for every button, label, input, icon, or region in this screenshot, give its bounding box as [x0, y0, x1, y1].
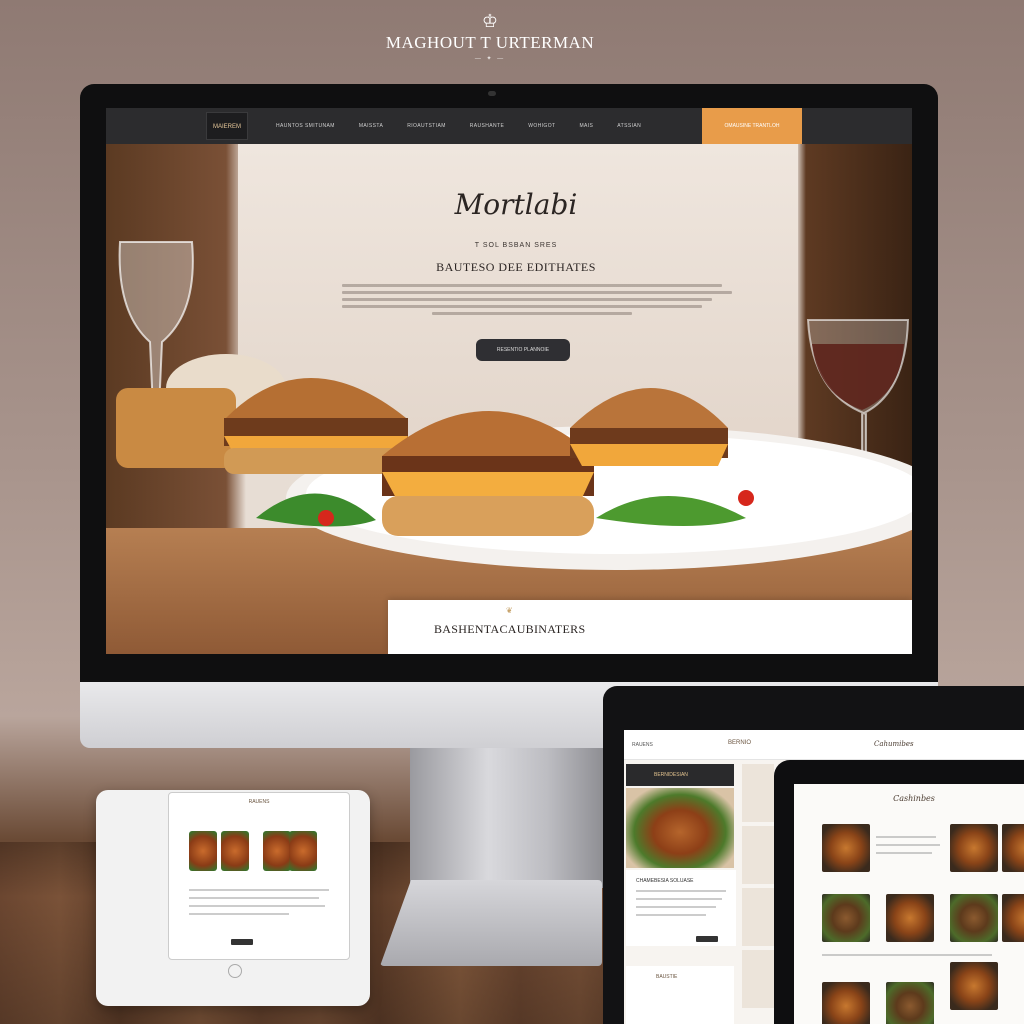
- brand-subtitle-decoration: — ✦ —: [474, 56, 506, 62]
- nav-links: HAUNTOS SMITUNAM MAISSTA RIOAUTSTIAM RAU…: [276, 123, 641, 129]
- food-thumbnail[interactable]: [950, 894, 998, 942]
- nav-link[interactable]: ATSSIAN: [617, 123, 641, 129]
- food-thumbnail[interactable]: [822, 824, 870, 872]
- imac-stand-neck: [410, 748, 606, 888]
- food-thumbnail[interactable]: [886, 982, 934, 1024]
- device-mid-dark-label: BERNIDESIAN: [654, 772, 688, 778]
- hero-cta-button[interactable]: RESENTIO PLANNOIE: [476, 339, 570, 361]
- text-line: [636, 898, 722, 900]
- home-button-icon[interactable]: [228, 964, 242, 978]
- hero-script-title: Mortlabi: [454, 188, 578, 221]
- camera-icon: [488, 91, 496, 96]
- text-line: [636, 914, 706, 916]
- imac-stand-foot: [380, 880, 602, 966]
- ornament-icon: ❦: [506, 606, 513, 615]
- text-line: [189, 913, 289, 915]
- food-thumbnail[interactable]: [950, 962, 998, 1010]
- text-line: [189, 905, 325, 907]
- nav-link[interactable]: HAUNTOS SMITUNAM: [276, 123, 335, 129]
- food-thumbnail[interactable]: [886, 894, 934, 942]
- text-line: [636, 890, 726, 892]
- section-band: ❦ BASHENTACAUBINATERS: [388, 600, 912, 654]
- brand-title: MAGHOUT T URTERMAN: [385, 33, 595, 52]
- device-mid-top-right: Cahumibes: [874, 740, 914, 748]
- device-mid-topbar: RAUENS BERNIO Cahumibes: [624, 730, 1024, 760]
- nav-cta-button[interactable]: OMAUSINE TRANTLOH: [702, 108, 802, 144]
- side-thumbnail[interactable]: [742, 950, 774, 1008]
- device-mid-top-center: BERNIO: [728, 740, 752, 746]
- crown-icon: ♔: [481, 11, 499, 31]
- card-title: CHAMEBESIA SOLUASE: [636, 878, 694, 884]
- text-line: [876, 852, 932, 854]
- food-thumbnail[interactable]: [1002, 894, 1024, 942]
- apple-logo-icon: [481, 692, 521, 736]
- food-thumbnail[interactable]: [822, 894, 870, 942]
- text-line: [189, 889, 329, 891]
- hero-body-text: [342, 280, 732, 319]
- bottom-card-label: BAUSTIE: [656, 974, 678, 980]
- nav-link[interactable]: WOHIGOT: [528, 123, 555, 129]
- hero-eyebrow: T SOL BSBAN SRES: [474, 242, 558, 249]
- text-line: [822, 954, 992, 956]
- text-line: [189, 897, 319, 899]
- site-logo[interactable]: MAIEREM: [206, 112, 248, 140]
- food-thumbnail[interactable]: [189, 831, 217, 871]
- food-thumbnail[interactable]: [1002, 824, 1024, 872]
- food-thumbnail[interactable]: [289, 831, 317, 871]
- device-mid-dark-bar: BERNIDESIAN: [626, 764, 734, 786]
- top-nav: MAIEREM HAUNTOS SMITUNAM MAISSTA RIOAUTS…: [106, 108, 912, 144]
- food-photo: [626, 788, 734, 868]
- content-card: CHAMEBESIA SOLUASE: [626, 870, 736, 946]
- card-button[interactable]: [696, 936, 718, 942]
- top-brand: ♔ MAGHOUT T URTERMAN — ✦ —: [360, 12, 620, 62]
- device-front-screen: Cashinbes: [794, 784, 1024, 1024]
- text-line: [876, 844, 940, 846]
- text-line: [876, 836, 936, 838]
- side-thumbnail[interactable]: [742, 888, 774, 946]
- imac-screen: Mortlabi T SOL BSBAN SRES BAUTESO DEE ED…: [106, 108, 912, 654]
- bottom-card: BAUSTIE: [626, 966, 734, 1024]
- device-front-title: Cashinbes: [893, 794, 935, 803]
- nav-link[interactable]: RIOAUTSTIAM: [407, 123, 446, 129]
- nav-link[interactable]: MAIS: [579, 123, 593, 129]
- tablet-left-header: RAUENS: [248, 799, 270, 805]
- food-thumbnail[interactable]: [822, 982, 870, 1024]
- food-thumbnail[interactable]: [221, 831, 249, 871]
- hero-heading: BAUTESO DEE EDITHATES: [436, 260, 596, 274]
- nav-link[interactable]: RAUSHANTE: [470, 123, 504, 129]
- food-thumbnail[interactable]: [263, 831, 291, 871]
- tablet-left-screen: RAUENS: [168, 792, 350, 960]
- text-line: [636, 906, 716, 908]
- device-mid-top-left: RAUENS: [632, 742, 653, 748]
- burger-plate-photo: [116, 354, 912, 570]
- food-thumbnail[interactable]: [950, 824, 998, 872]
- nav-link[interactable]: MAISSTA: [359, 123, 383, 129]
- side-thumbnail[interactable]: [742, 764, 774, 822]
- side-thumbnail[interactable]: [742, 826, 774, 884]
- tablet-left-button[interactable]: [231, 939, 253, 945]
- section-label: BASHENTACAUBINATERS: [434, 622, 586, 636]
